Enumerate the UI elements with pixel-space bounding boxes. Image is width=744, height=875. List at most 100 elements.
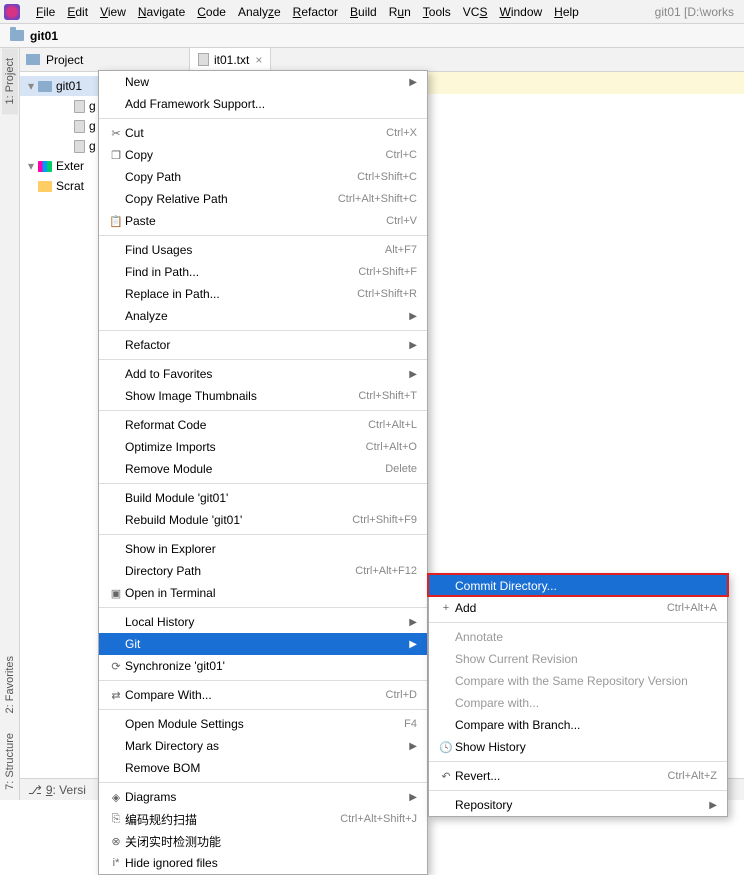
left-tool-gutter: 1: Project 2: Favorites 7: Structure	[0, 48, 20, 800]
menu-item[interactable]: ⎘编码规约扫描 Ctrl+Alt+Shift+J	[99, 808, 427, 830]
menu-item[interactable]: ▣Open in Terminal	[99, 582, 427, 604]
menu-build[interactable]: Build	[344, 5, 383, 19]
menu-item-label: Directory Path	[125, 564, 331, 578]
menu-item-label: Rebuild Module 'git01'	[125, 513, 328, 527]
menu-window[interactable]: Window	[493, 5, 548, 19]
menu-help[interactable]: Help	[548, 5, 585, 19]
context-menu-project: New▶Add Framework Support...✂CutCtrl+X❐C…	[98, 70, 428, 875]
submenu-arrow-icon: ▶	[409, 311, 417, 322]
menu-item[interactable]: Open Module SettingsF4	[99, 713, 427, 735]
menu-item[interactable]: Local History▶	[99, 611, 427, 633]
menu-item[interactable]: i*Hide ignored files	[99, 852, 427, 874]
menu-item-label: Add Framework Support...	[125, 97, 417, 111]
menu-item[interactable]: ❐CopyCtrl+C	[99, 144, 427, 166]
breadcrumb: git01	[0, 24, 744, 48]
menu-run[interactable]: Run	[383, 5, 417, 19]
menu-item[interactable]: Remove ModuleDelete	[99, 458, 427, 480]
gutter-tab-project[interactable]: 1: Project	[2, 48, 18, 114]
project-panel-header[interactable]: Project	[20, 48, 189, 72]
menu-item[interactable]: Add to Favorites▶	[99, 363, 427, 385]
menu-code[interactable]: Code	[191, 5, 232, 19]
menu-item-label: 关闭实时检测功能	[125, 833, 417, 850]
menu-item[interactable]: Find in Path...Ctrl+Shift+F	[99, 261, 427, 283]
menu-item[interactable]: Build Module 'git01'	[99, 487, 427, 509]
menu-item[interactable]: ✂CutCtrl+X	[99, 122, 427, 144]
menu-item[interactable]: New ▶	[99, 71, 427, 93]
menu-refactor[interactable]: Refactor	[287, 5, 344, 19]
menu-item[interactable]: ⊗关闭实时检测功能	[99, 830, 427, 852]
menu-item-label: Remove BOM	[125, 761, 417, 775]
editor-tab[interactable]: it01.txt ×	[190, 48, 271, 71]
menu-item-label: New	[125, 75, 391, 89]
menu-tools[interactable]: Tools	[417, 5, 457, 19]
menu-item[interactable]: Add Framework Support...	[99, 93, 427, 115]
menu-item-label: Analyze	[125, 309, 391, 323]
menu-item[interactable]: Analyze ▶	[99, 305, 427, 327]
lib-icon	[38, 161, 52, 172]
menu-navigate[interactable]: Navigate	[132, 5, 191, 19]
menu-shortcut: Ctrl+Shift+F9	[352, 514, 417, 526]
menu-item[interactable]: Rebuild Module 'git01' Ctrl+Shift+F9	[99, 509, 427, 531]
menu-shortcut: Delete	[385, 463, 417, 475]
menu-item-label: Open Module Settings	[125, 717, 380, 731]
txt-icon	[74, 140, 85, 153]
menu-item[interactable]: Repository▶	[429, 794, 727, 816]
app-logo-icon	[4, 4, 20, 20]
menu-item[interactable]: Remove BOM	[99, 757, 427, 779]
menu-item[interactable]: Show in Explorer	[99, 538, 427, 560]
menu-vcs[interactable]: VCS	[457, 5, 494, 19]
submenu-arrow-icon: ▶	[409, 792, 417, 803]
menu-view[interactable]: View	[94, 5, 132, 19]
menu-item[interactable]: Directory PathCtrl+Alt+F12	[99, 560, 427, 582]
menu-item[interactable]: Replace in Path...Ctrl+Shift+R	[99, 283, 427, 305]
menu-item[interactable]: ⟳Synchronize 'git01'	[99, 655, 427, 677]
menu-item[interactable]: ◈Diagrams▶	[99, 786, 427, 808]
menu-item[interactable]: +AddCtrl+Alt+A	[429, 597, 727, 619]
menu-item[interactable]: 📋PasteCtrl+V	[99, 210, 427, 232]
menu-item: Compare with the Same Repository Version	[429, 670, 727, 692]
menu-shortcut: Ctrl+Alt+Shift+J	[340, 813, 417, 825]
menu-item[interactable]: Refactor▶	[99, 334, 427, 356]
gutter-tab-structure[interactable]: 7: Structure	[2, 723, 18, 800]
folder-icon	[38, 81, 52, 92]
menu-item-icon: ⎘	[107, 813, 125, 826]
close-icon[interactable]: ×	[255, 53, 262, 67]
tree-label: Exter	[56, 159, 84, 173]
menu-item[interactable]: Show Image ThumbnailsCtrl+Shift+T	[99, 385, 427, 407]
menu-item-icon: ❐	[107, 149, 125, 162]
menu-edit[interactable]: Edit	[61, 5, 94, 19]
menu-item[interactable]: Compare with Branch...	[429, 714, 727, 736]
tree-label: Scrat	[56, 179, 84, 193]
menu-item[interactable]: Mark Directory as▶	[99, 735, 427, 757]
txt-icon	[74, 120, 85, 133]
menu-item[interactable]: ↶Revert...Ctrl+Alt+Z	[429, 765, 727, 787]
breadcrumb-label[interactable]: git01	[30, 29, 58, 43]
tree-label: git01	[56, 79, 82, 93]
menu-item[interactable]: Reformat CodeCtrl+Alt+L	[99, 414, 427, 436]
menu-item[interactable]: 🕓Show History	[429, 736, 727, 758]
bottom-tab-label: 9: Versi	[46, 783, 86, 797]
submenu-arrow-icon: ▶	[409, 77, 417, 88]
menu-item-label: 编码规约扫描	[125, 811, 316, 828]
menu-item-label: Paste	[125, 214, 362, 228]
menu-item-label: Reformat Code	[125, 418, 344, 432]
menu-item[interactable]: Git▶	[99, 633, 427, 655]
menu-item-icon: 📋	[107, 215, 125, 228]
context-submenu-git: Commit Directory...+AddCtrl+Alt+AAnnotat…	[428, 574, 728, 817]
menu-file[interactable]: File	[30, 5, 61, 19]
menu-item[interactable]: Commit Directory...	[429, 575, 727, 597]
submenu-arrow-icon: ▶	[409, 639, 417, 650]
menu-item[interactable]: Find UsagesAlt+F7	[99, 239, 427, 261]
menu-item[interactable]: ⇄Compare With...Ctrl+D	[99, 684, 427, 706]
menu-item[interactable]: Optimize ImportsCtrl+Alt+O	[99, 436, 427, 458]
gutter-tab-favorites[interactable]: 2: Favorites	[2, 646, 18, 723]
menu-analyze[interactable]: Analyze	[232, 5, 287, 19]
menu-item[interactable]: Copy Relative PathCtrl+Alt+Shift+C	[99, 188, 427, 210]
menu-shortcut: Ctrl+Alt+A	[667, 602, 717, 614]
menu-item-label: Mark Directory as	[125, 739, 391, 753]
menu-item-icon: +	[437, 602, 455, 614]
txt-icon	[74, 100, 85, 113]
menu-item-icon: i*	[107, 857, 125, 869]
menu-item-label: Commit Directory...	[455, 579, 717, 593]
menu-item[interactable]: Copy PathCtrl+Shift+C	[99, 166, 427, 188]
